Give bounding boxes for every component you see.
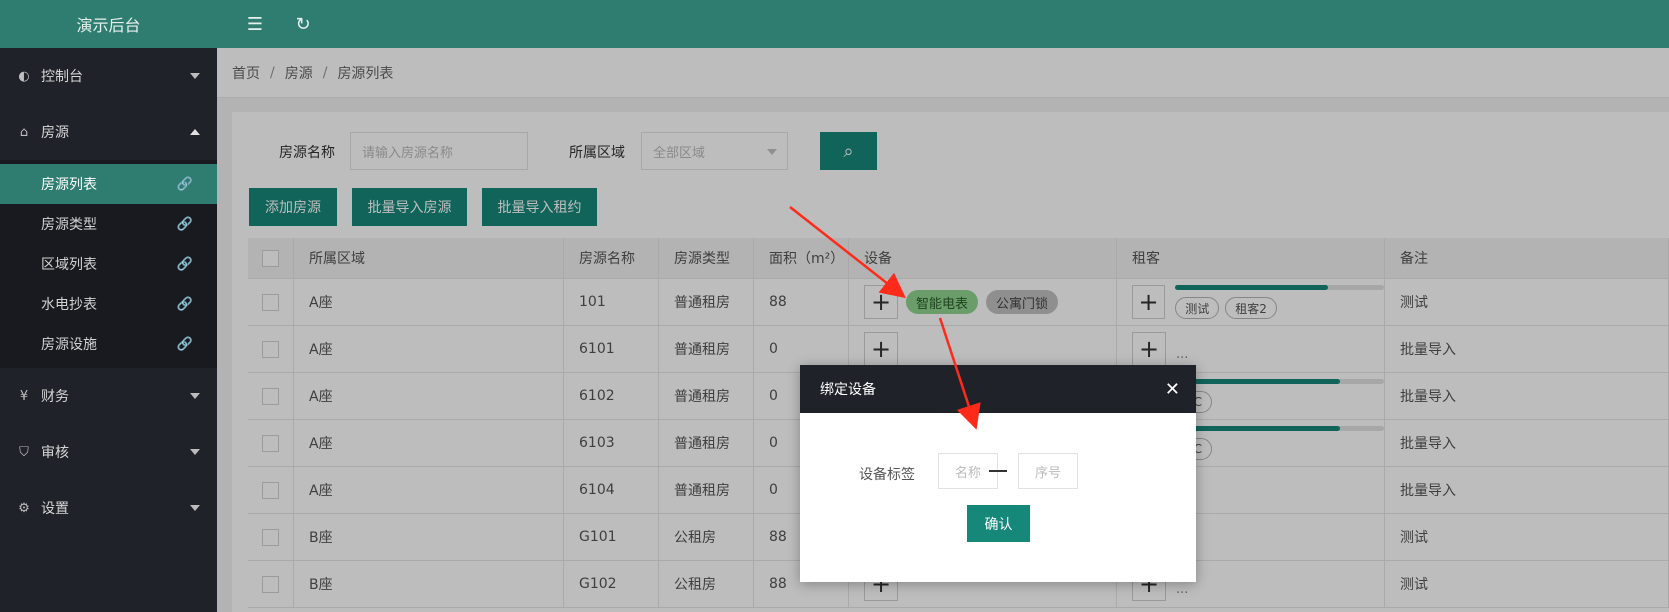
menu-group-review[interactable]: ⛉ 审核 <box>0 424 217 480</box>
shield-check-icon: ⛉ <box>19 444 29 460</box>
menu-group-dashboard[interactable]: ◐ 控制台 <box>0 48 217 104</box>
dialog-title: 绑定设备 <box>820 382 876 398</box>
refresh-icon[interactable]: ↻ <box>293 14 313 35</box>
link-icon: 🔗 <box>176 296 193 312</box>
app-logo[interactable]: 演示后台 <box>0 0 217 48</box>
yen-icon: ¥ <box>19 388 29 404</box>
sidebar-item-label: 房源设施 <box>41 337 97 353</box>
chevron-down-icon <box>190 393 200 399</box>
sidebar-item-facilities[interactable]: 房源设施 🔗 <box>0 324 217 364</box>
sidebar: 演示后台 ◐ 控制台 ⌂ 房源 房源列表 🔗 房源类型 🔗 区域列表 🔗 水电抄… <box>0 0 217 612</box>
menu-group-houses[interactable]: ⌂ 房源 <box>0 104 217 160</box>
sidebar-item-label: 水电抄表 <box>41 297 97 313</box>
menu-group-finance[interactable]: ¥ 财务 <box>0 368 217 424</box>
sidebar-item-house-types[interactable]: 房源类型 🔗 <box>0 204 217 244</box>
top-bar: ☰ ↻ <box>217 0 1669 48</box>
menu-group-label: 设置 <box>41 501 69 517</box>
chevron-down-icon <box>190 505 200 511</box>
sidebar-item-label: 房源列表 <box>41 177 97 193</box>
gear-icon: ⚙ <box>18 500 30 516</box>
link-icon: 🔗 <box>176 216 193 232</box>
collapse-menu-icon[interactable]: ☰ <box>245 14 265 35</box>
sidebar-item-house-list[interactable]: 房源列表 🔗 <box>0 164 217 204</box>
menu-group-label: 审核 <box>41 445 69 461</box>
range-dash <box>989 470 1007 472</box>
menu-group-label: 控制台 <box>41 69 83 85</box>
close-icon[interactable]: ✕ <box>1165 379 1180 400</box>
device-tag-label: 设备标签 <box>859 467 915 483</box>
sidebar-item-label: 区域列表 <box>41 257 97 273</box>
sidebar-item-areas[interactable]: 区域列表 🔗 <box>0 244 217 284</box>
houses-submenu: 房源列表 🔗 房源类型 🔗 区域列表 🔗 水电抄表 🔗 房源设施 🔗 <box>0 160 217 368</box>
chevron-up-icon <box>190 129 200 135</box>
dialog-header: 绑定设备 ✕ <box>800 365 1196 413</box>
menu-group-label: 房源 <box>41 125 69 141</box>
home-icon: ⌂ <box>19 124 29 140</box>
menu-group-label: 财务 <box>41 389 69 405</box>
menu-group-settings[interactable]: ⚙ 设置 <box>0 480 217 536</box>
chevron-down-icon <box>190 449 200 455</box>
confirm-button[interactable]: 确认 <box>967 505 1030 542</box>
link-icon: 🔗 <box>176 256 193 272</box>
sidebar-item-label: 房源类型 <box>41 217 97 233</box>
link-icon: 🔗 <box>176 336 193 352</box>
sidebar-item-meter-reading[interactable]: 水电抄表 🔗 <box>0 284 217 324</box>
chevron-down-icon <box>190 73 200 79</box>
device-number-input[interactable]: 序号 <box>1018 453 1078 489</box>
bind-device-dialog: 绑定设备 ✕ 设备标签 名称 序号 确认 <box>800 365 1196 582</box>
link-icon: 🔗 <box>176 176 193 192</box>
dashboard-icon: ◐ <box>18 68 30 84</box>
